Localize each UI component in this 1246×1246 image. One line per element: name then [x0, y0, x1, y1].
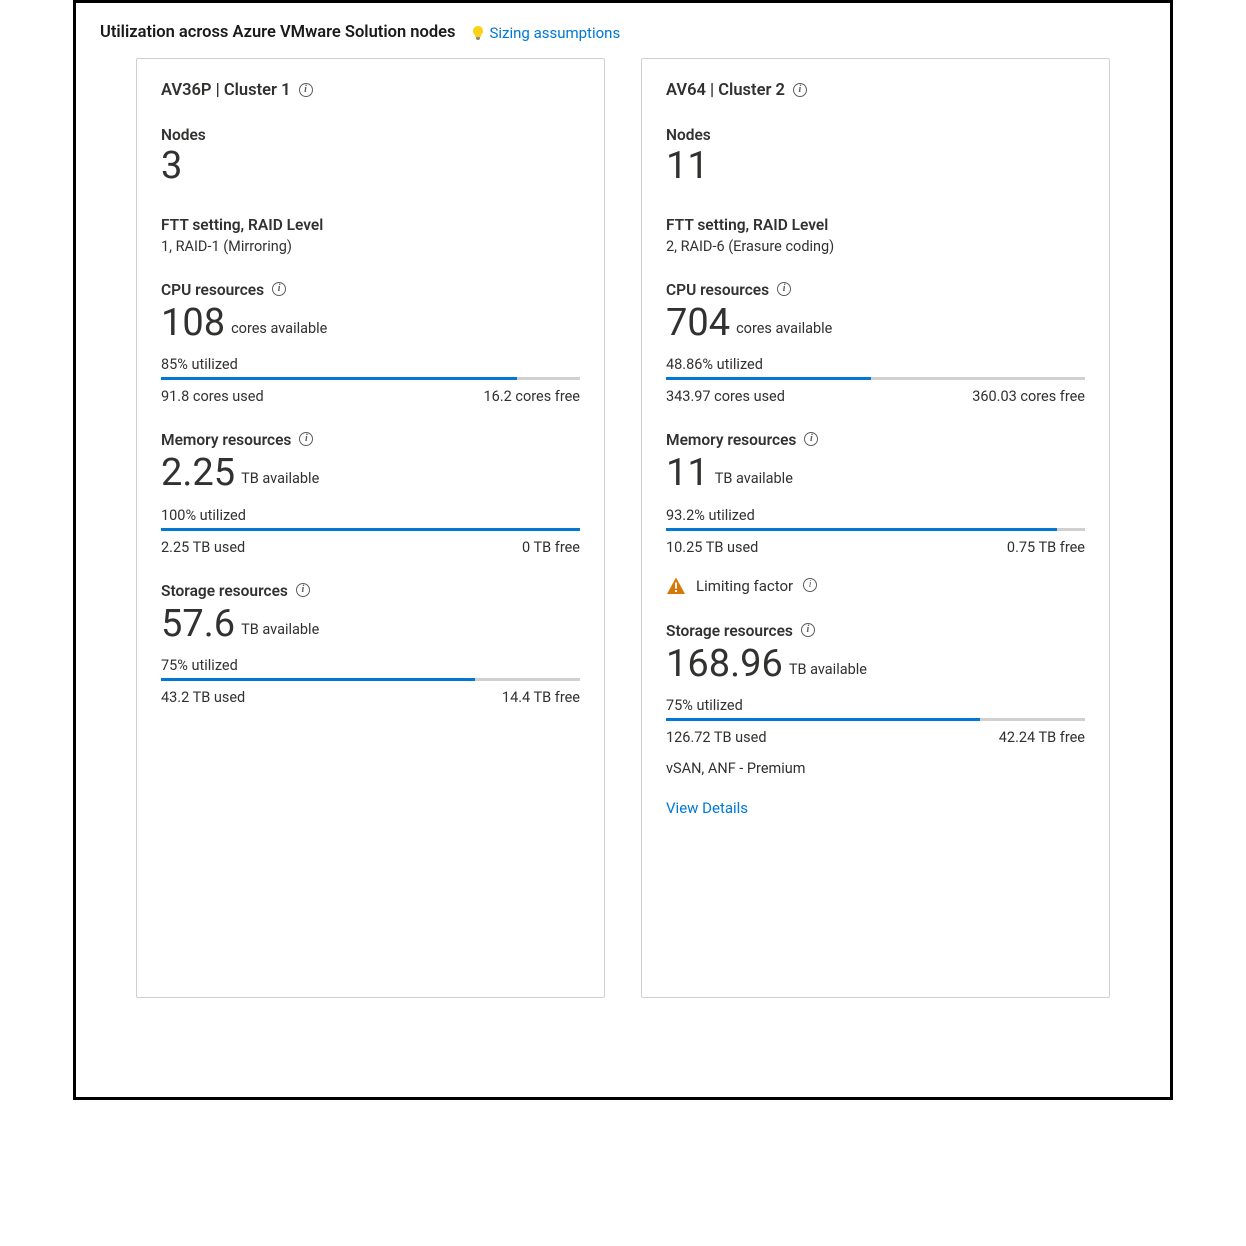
sto-big: 168.96	[666, 642, 783, 688]
cpu-progress-fill	[666, 377, 871, 380]
mem-big: 11	[666, 451, 709, 497]
sto-utilized: 75% utilized	[666, 697, 1085, 714]
sto-big: 57.6	[161, 602, 235, 648]
cpu-info-icon[interactable]: i	[272, 282, 286, 296]
cpu-used-free: 91.8 cores used 16.2 cores free	[161, 388, 580, 405]
mem-progress-fill	[666, 528, 1057, 531]
cpu-progress-fill	[161, 377, 517, 380]
cpu-free: 360.03 cores free	[972, 388, 1085, 405]
cluster-info-icon[interactable]: i	[793, 83, 807, 97]
section-header: Utilization across Azure VMware Solution…	[100, 23, 1146, 56]
mem-utilized: 93.2% utilized	[666, 507, 1085, 524]
mem-progress-bar	[161, 528, 580, 531]
mem-big: 2.25	[161, 451, 235, 497]
sto-free: 42.24 TB free	[999, 729, 1085, 746]
mem-progress-fill	[161, 528, 580, 531]
mem-progress-bar	[666, 528, 1085, 531]
cpu-used: 343.97 cores used	[666, 388, 785, 405]
nodes-label: Nodes	[161, 126, 580, 144]
cpu-progress-bar	[161, 377, 580, 380]
mem-suffix: TB available	[241, 470, 319, 487]
sizing-assumptions-text[interactable]: Sizing assumptions	[490, 24, 621, 42]
cpu-info-icon[interactable]: i	[777, 282, 791, 296]
cluster-card-1: AV36P | Cluster 1 i Nodes 3 FTT setting,…	[136, 58, 605, 998]
cpu-used-free: 343.97 cores used 360.03 cores free	[666, 388, 1085, 405]
cluster-title-text: AV36P | Cluster 1	[161, 81, 291, 100]
warning-icon	[666, 576, 686, 596]
sto-value: 57.6 TB available	[161, 602, 580, 648]
ftt-label: FTT setting, RAID Level	[161, 216, 580, 234]
cpu-free: 16.2 cores free	[484, 388, 580, 405]
sto-label: Storage resources	[161, 582, 288, 600]
mem-utilized: 100% utilized	[161, 507, 580, 524]
limiting-info-icon[interactable]: i	[803, 578, 817, 592]
sto-used-free: 43.2 TB used 14.4 TB free	[161, 689, 580, 706]
limiting-factor: Limiting factor i	[666, 576, 1085, 596]
view-details-link[interactable]: View Details	[666, 799, 748, 817]
mem-label: Memory resources	[666, 431, 796, 449]
sto-used: 43.2 TB used	[161, 689, 245, 706]
ftt-label: FTT setting, RAID Level	[666, 216, 1085, 234]
cpu-heading: CPU resources i	[161, 281, 580, 299]
cpu-utilized: 48.86% utilized	[666, 356, 1085, 373]
sto-heading: Storage resources i	[666, 622, 1085, 640]
cpu-value: 704 cores available	[666, 301, 1085, 347]
mem-used-free: 2.25 TB used 0 TB free	[161, 539, 580, 556]
sizing-assumptions-link[interactable]: Sizing assumptions	[470, 24, 621, 42]
nodes-label: Nodes	[666, 126, 1085, 144]
sto-footnote: vSAN, ANF - Premium	[666, 760, 1085, 777]
cpu-big: 108	[161, 301, 225, 347]
cpu-suffix: cores available	[231, 320, 327, 337]
mem-info-icon[interactable]: i	[804, 432, 818, 446]
mem-used: 10.25 TB used	[666, 539, 758, 556]
sto-heading: Storage resources i	[161, 582, 580, 600]
cluster-title: AV64 | Cluster 2 i	[666, 81, 1085, 100]
cpu-progress-bar	[666, 377, 1085, 380]
limiting-factor-label: Limiting factor	[696, 577, 793, 595]
cluster-title-text: AV64 | Cluster 2	[666, 81, 785, 100]
mem-heading: Memory resources i	[161, 431, 580, 449]
sto-progress-fill	[161, 678, 475, 681]
cpu-suffix: cores available	[736, 320, 832, 337]
cpu-utilized: 85% utilized	[161, 356, 580, 373]
cpu-big: 704	[666, 301, 730, 347]
cpu-label: CPU resources	[666, 281, 769, 299]
sto-suffix: TB available	[241, 621, 319, 638]
sto-suffix: TB available	[789, 661, 867, 678]
ftt-value: 1, RAID-1 (Mirroring)	[161, 238, 580, 255]
mem-value: 11 TB available	[666, 451, 1085, 497]
sto-progress-fill	[666, 718, 980, 721]
sto-info-icon[interactable]: i	[801, 623, 815, 637]
mem-free: 0.75 TB free	[1007, 539, 1085, 556]
cpu-used: 91.8 cores used	[161, 388, 264, 405]
mem-free: 0 TB free	[522, 539, 580, 556]
cluster-card-2: AV64 | Cluster 2 i Nodes 11 FTT setting,…	[641, 58, 1110, 998]
cluster-title: AV36P | Cluster 1 i	[161, 81, 580, 100]
sto-progress-bar	[161, 678, 580, 681]
cpu-value: 108 cores available	[161, 301, 580, 347]
ftt-value: 2, RAID-6 (Erasure coding)	[666, 238, 1085, 255]
sto-free: 14.4 TB free	[502, 689, 580, 706]
page-title: Utilization across Azure VMware Solution…	[100, 23, 456, 42]
cluster-info-icon[interactable]: i	[299, 83, 313, 97]
lightbulb-icon	[470, 25, 486, 41]
sto-utilized: 75% utilized	[161, 657, 580, 674]
mem-info-icon[interactable]: i	[299, 432, 313, 446]
mem-used: 2.25 TB used	[161, 539, 245, 556]
mem-used-free: 10.25 TB used 0.75 TB free	[666, 539, 1085, 556]
sto-used: 126.72 TB used	[666, 729, 767, 746]
mem-suffix: TB available	[715, 470, 793, 487]
nodes-value: 3	[161, 144, 580, 190]
sto-used-free: 126.72 TB used 42.24 TB free	[666, 729, 1085, 746]
mem-value: 2.25 TB available	[161, 451, 580, 497]
sto-label: Storage resources	[666, 622, 793, 640]
sto-info-icon[interactable]: i	[296, 583, 310, 597]
cpu-heading: CPU resources i	[666, 281, 1085, 299]
mem-heading: Memory resources i	[666, 431, 1085, 449]
mem-label: Memory resources	[161, 431, 291, 449]
nodes-value: 11	[666, 144, 1085, 190]
sto-progress-bar	[666, 718, 1085, 721]
sto-value: 168.96 TB available	[666, 642, 1085, 688]
cpu-label: CPU resources	[161, 281, 264, 299]
